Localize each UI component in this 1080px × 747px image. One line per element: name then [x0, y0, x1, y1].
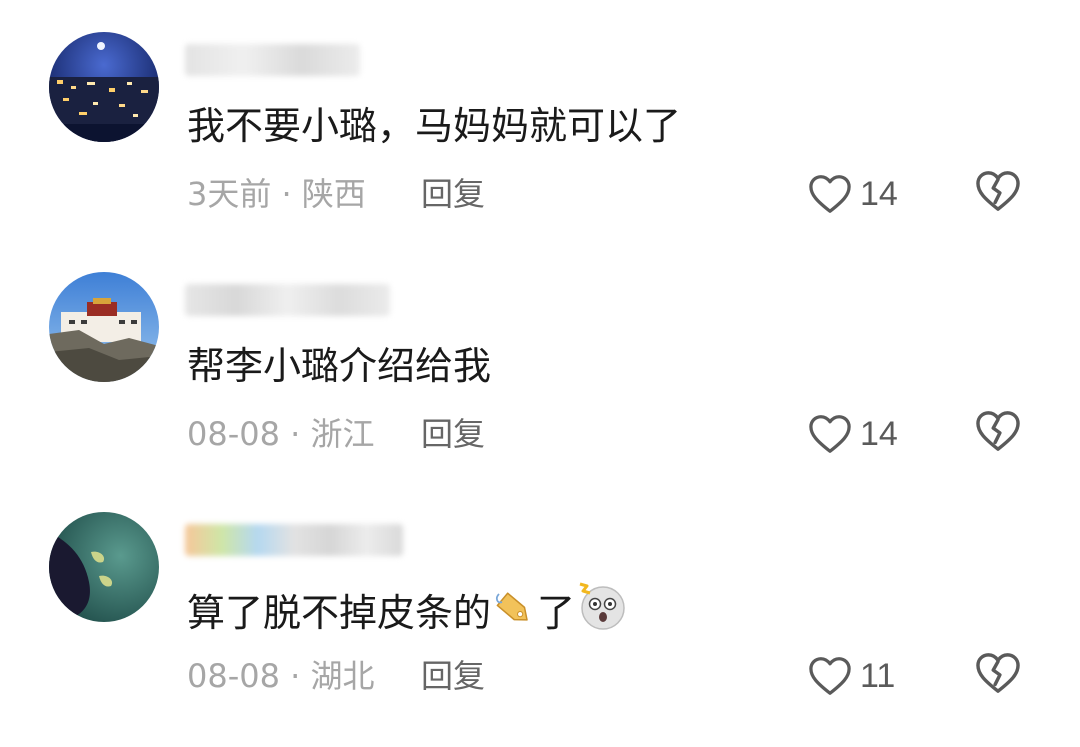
- comment-item: 算了脱不掉皮条的 了 08-08 · 湖北 回复 11: [0, 480, 1080, 720]
- potala-palace-icon: [49, 272, 159, 382]
- broken-heart-icon: [976, 653, 1020, 693]
- comment-meta: 08-08 · 浙江: [187, 414, 375, 454]
- comment-text: 算了脱不掉皮条的 了: [187, 582, 629, 643]
- comment-location: 陕西: [301, 175, 366, 213]
- comment-text-tail: 了: [537, 591, 576, 635]
- comment-location: 湖北: [310, 657, 375, 695]
- meta-separator: ·: [279, 657, 311, 695]
- broken-heart-icon: [976, 411, 1020, 451]
- username-blurred[interactable]: [185, 44, 360, 76]
- heart-icon: [809, 175, 851, 213]
- comment-meta: 3天前 · 陕西: [187, 174, 366, 214]
- broken-heart-icon: [976, 171, 1020, 211]
- user-avatar[interactable]: [49, 32, 159, 142]
- heart-icon: [809, 657, 851, 695]
- night-city-icon: [49, 32, 159, 142]
- username-blurred[interactable]: [185, 284, 390, 316]
- comment-item: 帮李小璐介绍给我 08-08 · 浙江 回复 14: [0, 240, 1080, 480]
- reply-button[interactable]: 回复: [421, 414, 485, 454]
- comment-item: 我不要小璐，马妈妈就可以了 3天前 · 陕西 回复 14: [0, 0, 1080, 240]
- username-blurred[interactable]: [185, 524, 403, 556]
- user-avatar[interactable]: [49, 272, 159, 382]
- reply-button[interactable]: 回复: [421, 656, 485, 696]
- dislike-button[interactable]: [975, 652, 1021, 698]
- heart-icon: [809, 415, 851, 453]
- reply-button[interactable]: 回复: [421, 174, 485, 214]
- like-button[interactable]: 14: [808, 170, 898, 218]
- like-count: 11: [860, 656, 896, 695]
- meta-separator: ·: [271, 175, 302, 213]
- dislike-button[interactable]: [975, 170, 1021, 216]
- comment-date: 3天前: [187, 175, 272, 213]
- comment-location: 浙江: [310, 415, 375, 453]
- comment-date: 08-08: [187, 657, 280, 695]
- comment-text: 帮李小璐介绍给我: [187, 344, 492, 388]
- like-button[interactable]: 11: [808, 652, 895, 700]
- like-button[interactable]: 14: [808, 410, 898, 458]
- comment-text-main: 算了脱不掉皮条的: [187, 591, 492, 635]
- like-count: 14: [860, 414, 898, 453]
- meta-separator: ·: [279, 415, 311, 453]
- comment-date: 08-08: [187, 415, 280, 453]
- shocked-face-icon: [575, 582, 629, 643]
- dislike-button[interactable]: [975, 410, 1021, 456]
- like-count: 14: [860, 174, 898, 213]
- comment-meta: 08-08 · 湖北: [187, 656, 375, 696]
- user-avatar[interactable]: [49, 512, 159, 622]
- comment-text: 我不要小璐，马妈妈就可以了: [187, 104, 682, 148]
- dark-teal-icon: [49, 512, 159, 622]
- label-tag-icon: [491, 586, 537, 643]
